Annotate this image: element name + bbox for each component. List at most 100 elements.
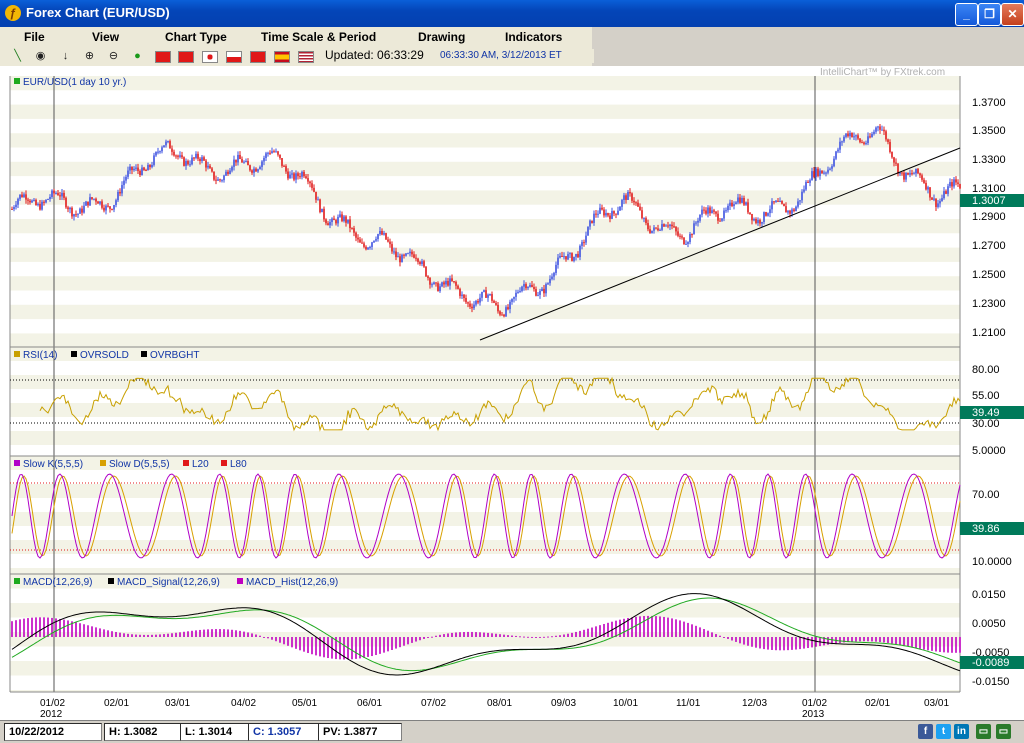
candle-body — [51, 190, 53, 198]
draw-line-icon[interactable]: ╲ — [10, 49, 25, 63]
candle-body — [359, 239, 361, 243]
menu-time-scale[interactable]: Time Scale & Period — [261, 30, 376, 44]
macd-hist-bar — [427, 637, 429, 638]
candle-body — [683, 237, 685, 245]
candle-body — [675, 226, 677, 232]
candle-body — [845, 133, 847, 137]
candle-body — [99, 201, 101, 204]
candle-body — [289, 174, 291, 179]
candle-body — [27, 199, 29, 201]
twitter-icon[interactable]: t — [936, 724, 951, 739]
macd-hist-bar — [295, 637, 297, 649]
zoom-out-icon[interactable]: ⊖ — [106, 49, 121, 63]
spain-flag-icon[interactable] — [274, 51, 290, 63]
candle-body — [735, 202, 737, 205]
macd-legend-text: MACD(12,26,9) — [23, 577, 92, 588]
candle-body — [941, 198, 943, 202]
candle-body — [361, 242, 363, 244]
candle-body — [61, 192, 63, 197]
minimize-button[interactable]: _ — [955, 3, 978, 26]
macd-hist-bar — [171, 633, 173, 637]
macd-hist-bar — [367, 637, 369, 657]
green-dot-icon[interactable]: ● — [130, 49, 145, 63]
candle-body — [225, 171, 227, 176]
macd-hist-bar — [863, 637, 865, 642]
macd-hist-bar — [271, 637, 273, 640]
japan-flag-icon[interactable] — [202, 51, 218, 63]
candle-body — [395, 251, 397, 258]
candle-body — [291, 173, 293, 175]
macd-legend: MACD(12,26,9) MACD_Signal(12,26,9) MACD_… — [14, 577, 338, 588]
hongkong-flag-icon[interactable] — [178, 51, 194, 63]
candle-body — [411, 251, 413, 255]
window-icon[interactable]: ▭ — [976, 724, 991, 739]
candle-body — [219, 179, 221, 181]
poland-flag-icon[interactable] — [226, 51, 242, 63]
arrow-down-icon[interactable]: ↓ — [58, 49, 73, 63]
close-button[interactable]: ✕ — [1001, 3, 1024, 26]
candle-body — [865, 143, 867, 145]
candle-body — [241, 159, 243, 163]
restore-button[interactable]: ❐ — [978, 3, 1001, 26]
candle-body — [181, 155, 183, 158]
crosshair-icon[interactable]: ◉ — [33, 49, 48, 63]
zoom-in-icon[interactable]: ⊕ — [82, 49, 97, 63]
candle-body — [423, 261, 425, 267]
status-low: L: 1.3014 — [180, 723, 250, 741]
facebook-icon[interactable]: f — [918, 724, 933, 739]
macd-hist-bar — [35, 617, 37, 637]
candle-body — [605, 213, 607, 216]
menu-drawing[interactable]: Drawing — [418, 30, 465, 44]
candle-body — [269, 152, 271, 154]
macd-hist-bar — [879, 637, 881, 643]
macd-hist-bar — [639, 616, 641, 637]
menu-file[interactable]: File — [24, 30, 45, 44]
candle-body — [577, 253, 579, 258]
turkey-flag-icon[interactable] — [250, 51, 266, 63]
candle-body — [125, 176, 127, 181]
macd-hist-bar — [19, 619, 21, 637]
macd-hist-bar — [683, 621, 685, 637]
macd-hist-bar — [179, 632, 181, 637]
candle-body — [807, 181, 809, 183]
candle-body — [77, 213, 79, 215]
macd-hist-bar — [15, 620, 17, 637]
candle-body — [203, 157, 205, 161]
x-tick: 03/01 — [924, 698, 949, 709]
candle-body — [523, 284, 525, 287]
candle-body — [813, 171, 815, 177]
candle-body — [141, 167, 143, 175]
candle-body — [243, 161, 245, 163]
linkedin-icon[interactable]: in — [954, 724, 969, 739]
candle-body — [209, 165, 211, 169]
candle-body — [365, 246, 367, 250]
candle-body — [615, 213, 617, 215]
candle-body — [927, 187, 929, 190]
chart-area[interactable]: IntelliChart™ by FXtrek.com EUR/USD(1 da… — [0, 66, 1024, 720]
usa-flag-icon[interactable] — [298, 51, 314, 63]
candle-body — [951, 182, 953, 187]
candle-body — [363, 243, 365, 247]
candle-body — [215, 179, 217, 181]
candle-body — [705, 210, 707, 214]
macd-hist-bar — [663, 616, 665, 637]
macd-hist-bar — [83, 624, 85, 637]
candle-body — [73, 214, 75, 217]
candle-body — [253, 168, 255, 173]
candle-body — [301, 171, 303, 177]
window-alt-icon[interactable]: ▭ — [996, 724, 1011, 739]
candle-body — [793, 209, 795, 212]
candle-body — [923, 179, 925, 183]
rsi-last-value: 39.49 — [972, 407, 1000, 419]
menu-indicators[interactable]: Indicators — [505, 30, 562, 44]
candle-body — [817, 168, 819, 177]
menu-chart-type[interactable]: Chart Type — [165, 30, 227, 44]
macd-hist-bar — [395, 637, 397, 649]
menu-view[interactable]: View — [92, 30, 119, 44]
chart-canvas[interactable]: IntelliChart™ by FXtrek.com EUR/USD(1 da… — [0, 66, 1024, 720]
candle-body — [167, 141, 169, 143]
candle-body — [127, 170, 129, 177]
candle-body — [611, 211, 613, 219]
china-flag-icon[interactable] — [155, 51, 171, 63]
macd-hist-bar — [111, 631, 113, 637]
